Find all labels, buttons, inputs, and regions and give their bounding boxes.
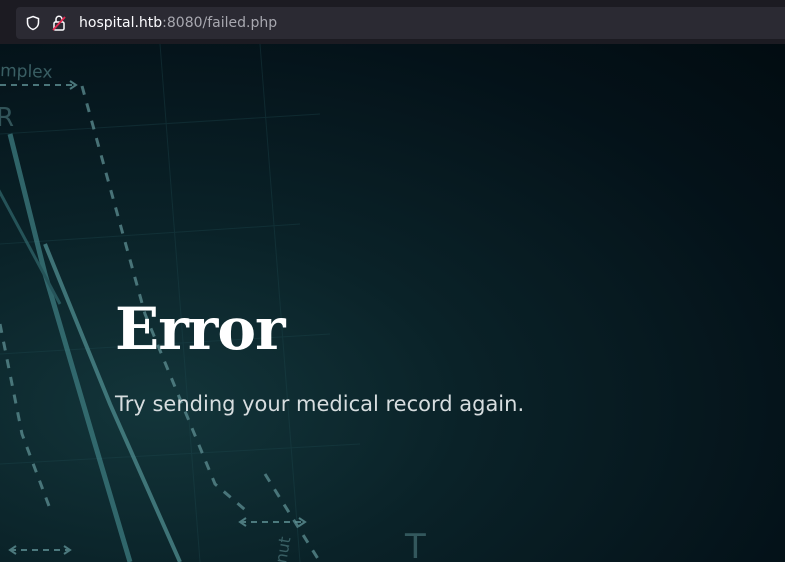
decor-text-top: mplex — [0, 61, 53, 83]
url-text[interactable]: hospital.htb:8080/failed.php — [79, 14, 277, 32]
page-title: Error — [115, 295, 286, 363]
address-bar[interactable]: hospital.htb:8080/failed.php — [16, 7, 785, 39]
url-host: hospital.htb — [79, 15, 163, 31]
page-content: mplex R T nut Error Try sending your med… — [0, 44, 785, 562]
decor-letter-t: T — [404, 527, 426, 562]
lock-insecure-icon[interactable] — [51, 14, 67, 32]
error-message: Try sending your medical record again. — [115, 392, 525, 416]
url-path: :8080/failed.php — [162, 15, 278, 31]
shield-icon[interactable] — [25, 15, 41, 31]
decor-text-bottom: nut — [271, 535, 294, 562]
decor-letter-r: R — [0, 103, 14, 133]
browser-toolbar: hospital.htb:8080/failed.php — [0, 0, 785, 44]
